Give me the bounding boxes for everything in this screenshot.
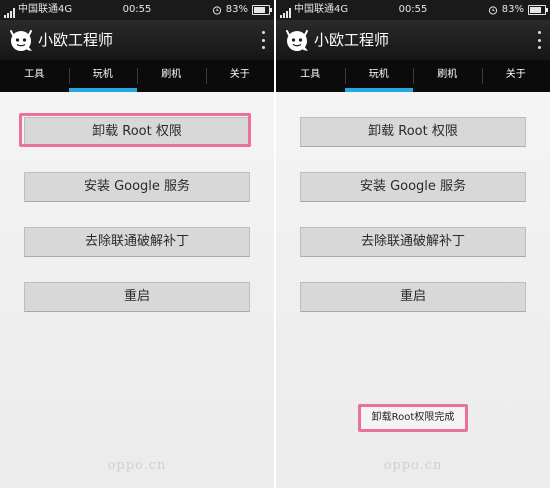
robot-face-icon [286, 30, 308, 51]
comparison-stage: 中国联通4G 00:55 83% 小欧工程师 工具 玩机 刷机 关于 卸载 Ro… [0, 0, 550, 488]
app-title: 小欧工程师 [38, 31, 114, 49]
battery-icon [252, 5, 272, 15]
remove-unicom-patch-button[interactable]: 去除联通破解补丁 [24, 227, 250, 257]
install-google-services-button[interactable]: 安装 Google 服务 [24, 172, 250, 202]
phone-screen-before: 中国联通4G 00:55 83% 小欧工程师 工具 玩机 刷机 关于 卸载 Ro… [0, 0, 274, 488]
tab-about[interactable]: 关于 [481, 60, 550, 92]
install-google-services-button[interactable]: 安装 Google 服务 [300, 172, 526, 202]
uninstall-root-button[interactable]: 卸载 Root 权限 [300, 117, 526, 147]
alarm-icon [212, 6, 221, 15]
status-right-group: 83% [212, 0, 272, 20]
tab-flash[interactable]: 刷机 [413, 60, 482, 92]
tab-play[interactable]: 玩机 [344, 60, 414, 92]
uninstall-root-button[interactable]: 卸载 Root 权限 [24, 117, 250, 147]
reboot-button[interactable]: 重启 [24, 282, 250, 312]
watermark: oppo.cn [383, 458, 443, 473]
app-header: 小欧工程师 [0, 20, 274, 60]
battery-label: 83% [501, 4, 524, 15]
status-right-group: 83% [488, 0, 548, 20]
battery-label: 83% [225, 4, 248, 15]
alarm-icon [488, 6, 497, 15]
battery-icon [528, 5, 548, 15]
tab-bar: 工具 玩机 刷机 关于 [0, 60, 274, 92]
tab-bar: 工具 玩机 刷机 关于 [276, 60, 550, 92]
status-bar: 中国联通4G 00:55 83% [0, 0, 274, 20]
toast-message: 卸载Root权限完成 [358, 404, 468, 432]
tab-play[interactable]: 玩机 [68, 60, 138, 92]
overflow-menu-icon[interactable] [536, 31, 542, 49]
watermark: oppo.cn [107, 458, 167, 473]
tab-tools[interactable]: 工具 [0, 60, 69, 92]
tab-flash[interactable]: 刷机 [137, 60, 206, 92]
tab-tools[interactable]: 工具 [276, 60, 345, 92]
app-header: 小欧工程师 [276, 20, 550, 60]
overflow-menu-icon[interactable] [260, 31, 266, 49]
app-title: 小欧工程师 [314, 31, 390, 49]
tab-about[interactable]: 关于 [205, 60, 275, 92]
reboot-button[interactable]: 重启 [300, 282, 526, 312]
robot-face-icon [10, 30, 32, 51]
status-bar: 中国联通4G 00:55 83% [276, 0, 550, 20]
remove-unicom-patch-button[interactable]: 去除联通破解补丁 [300, 227, 526, 257]
phone-screen-after: 中国联通4G 00:55 83% 小欧工程师 工具 玩机 刷机 关于 卸载 Ro… [276, 0, 550, 488]
